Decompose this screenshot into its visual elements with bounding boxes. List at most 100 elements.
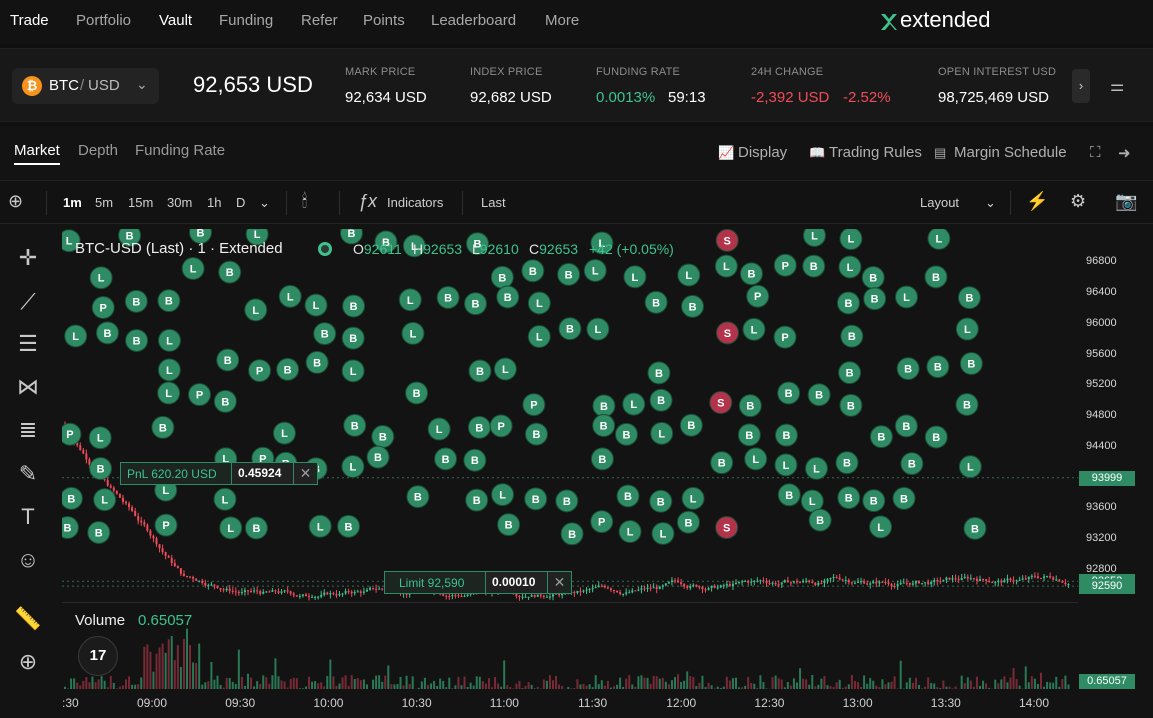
- trade-marker: B: [521, 259, 545, 283]
- volume-bar: [893, 676, 896, 689]
- time-tick: 12:30: [754, 696, 785, 710]
- layout-button[interactable]: Layout: [920, 195, 959, 210]
- chevron-down-icon[interactable]: ⌄: [985, 195, 996, 211]
- trade-marker-letter: L: [313, 300, 320, 312]
- margin-schedule-button[interactable]: ▤ Margin Schedule: [934, 144, 1067, 161]
- trade-marker-letter: B: [498, 272, 506, 284]
- indicators-button[interactable]: Indicators: [387, 195, 443, 210]
- trade-marker-letter: B: [476, 366, 484, 378]
- volume-bar: [509, 686, 512, 689]
- tab-market[interactable]: Market: [14, 142, 60, 159]
- price-source-button[interactable]: Last: [481, 195, 506, 210]
- volume-bar: [396, 683, 399, 689]
- add-circle-icon[interactable]: ⊕: [8, 191, 23, 212]
- trade-marker-letter: B: [847, 400, 855, 412]
- chevron-down-icon[interactable]: ⌄: [259, 195, 270, 211]
- text-tool-icon[interactable]: T: [12, 501, 44, 533]
- candle-body: [902, 582, 905, 584]
- position-pnl-label[interactable]: PnL 620.20 USD 0.45924 ✕: [120, 462, 318, 485]
- trade-marker-letter: L: [162, 485, 169, 497]
- candle-body: [680, 582, 683, 584]
- volume-bar: [420, 681, 423, 689]
- trade-marker: S: [715, 229, 739, 252]
- price-tick: 93200: [1086, 532, 1117, 545]
- candle-body: [664, 583, 667, 586]
- fullscreen-icon[interactable]: ⛶: [1090, 144, 1101, 161]
- volume-bar: [841, 687, 844, 689]
- trade-marker: B: [840, 324, 864, 348]
- candle-body: [515, 593, 518, 596]
- nav-more[interactable]: More: [545, 12, 579, 29]
- trade-marker: L: [618, 520, 642, 544]
- limit-order-label[interactable]: Limit 92,590 0.00010 ✕: [384, 571, 572, 594]
- camera-icon[interactable]: 📷: [1115, 191, 1137, 212]
- crosshair-icon[interactable]: ✛: [12, 242, 44, 274]
- candle-body: [643, 588, 646, 590]
- pattern-icon[interactable]: ⋈: [12, 371, 44, 403]
- price-tick: 96000: [1086, 316, 1117, 329]
- trend-line-icon[interactable]: ⟋: [12, 286, 44, 318]
- timeframe-5m[interactable]: 5m: [95, 195, 113, 210]
- nav-vault[interactable]: Vault: [159, 12, 192, 29]
- arrow-circle-icon[interactable]: ➜: [1118, 144, 1131, 162]
- timeframe-15m[interactable]: 15m: [128, 195, 153, 210]
- nav-points[interactable]: Points: [363, 12, 405, 29]
- nav-portfolio[interactable]: Portfolio: [76, 12, 131, 29]
- trade-marker-letter: B: [600, 421, 608, 433]
- emoji-icon[interactable]: ☺: [12, 544, 44, 576]
- volume-bar: [713, 688, 716, 689]
- candle-body: [683, 583, 686, 587]
- trade-marker-letter: B: [252, 523, 260, 535]
- price-axis[interactable]: 100 968009640096000956009520094800944009…: [1078, 229, 1153, 689]
- candle-body: [591, 587, 594, 590]
- trade-marker: P: [187, 383, 211, 407]
- trade-marker: B: [497, 513, 521, 537]
- nav-funding[interactable]: Funding: [219, 12, 273, 29]
- candle-body: [707, 588, 710, 590]
- nav-leaderboard[interactable]: Leaderboard: [431, 12, 516, 29]
- chart-toolbar: ⊕ 1m 5m 15m 30m 1h D ⌄ 🕯 ƒx Indicators L…: [0, 180, 1153, 224]
- trade-marker-letter: B: [165, 296, 173, 308]
- trading-rules-button[interactable]: 📖 Trading Rules: [809, 144, 922, 161]
- trade-marker: P: [91, 296, 115, 320]
- cancel-order-button[interactable]: ✕: [547, 572, 571, 593]
- tradingview-logo[interactable]: 17: [78, 636, 118, 676]
- trade-marker: B: [839, 393, 863, 417]
- candles-icon[interactable]: 🕯: [302, 191, 307, 212]
- trade-marker: B: [343, 413, 367, 437]
- volume-pane[interactable]: [62, 602, 1078, 690]
- alert-icon[interactable]: ⚡: [1026, 191, 1048, 212]
- gear-icon[interactable]: ⚙: [1070, 191, 1086, 212]
- horizontal-lines-icon[interactable]: ☰: [12, 328, 44, 360]
- timeframe-1h[interactable]: 1h: [207, 195, 221, 210]
- brush-icon[interactable]: ✎: [12, 458, 44, 490]
- fib-icon[interactable]: ≣: [12, 414, 44, 446]
- display-button[interactable]: 📈 Display: [718, 144, 787, 161]
- candle-body: [1006, 578, 1009, 581]
- trade-marker: L: [742, 317, 766, 341]
- close-position-button[interactable]: ✕: [293, 463, 317, 484]
- pair-selector[interactable]: ₿ BTC / USD ⌄: [12, 68, 159, 104]
- timeframe-d[interactable]: D: [236, 195, 245, 210]
- sliders-icon[interactable]: ⚌: [1110, 76, 1124, 96]
- time-axis[interactable]: :30 09:00 09:30 10:00 10:30 11:00 11:30 12:00 12…: [62, 691, 1078, 718]
- timeframe-1m[interactable]: 1m: [63, 195, 82, 210]
- nav-refer[interactable]: Refer: [301, 12, 338, 29]
- candle-body: [304, 594, 307, 597]
- scroll-right-button[interactable]: ›: [1072, 69, 1090, 103]
- price-tick: 93600: [1086, 501, 1117, 514]
- candle-body: [234, 591, 237, 593]
- time-tick: 11:00: [489, 696, 519, 710]
- volume-bar: [518, 680, 521, 689]
- tab-funding-rate[interactable]: Funding Rate: [135, 142, 225, 159]
- price-chart[interactable]: LLPBBLPBLBLBBBBBLLLBLPBLPBBBLLLLLPPBLBLB…: [62, 229, 1078, 601]
- volume-bar: [182, 638, 185, 689]
- tab-depth[interactable]: Depth: [78, 142, 118, 159]
- trade-marker: B: [524, 487, 548, 511]
- trade-marker-letter: B: [870, 496, 878, 508]
- volume-bar: [820, 678, 823, 689]
- nav-trade[interactable]: Trade: [10, 12, 49, 29]
- zoom-in-icon[interactable]: ⊕: [12, 646, 44, 678]
- timeframe-30m[interactable]: 30m: [167, 195, 192, 210]
- ruler-icon[interactable]: 📏: [12, 603, 44, 635]
